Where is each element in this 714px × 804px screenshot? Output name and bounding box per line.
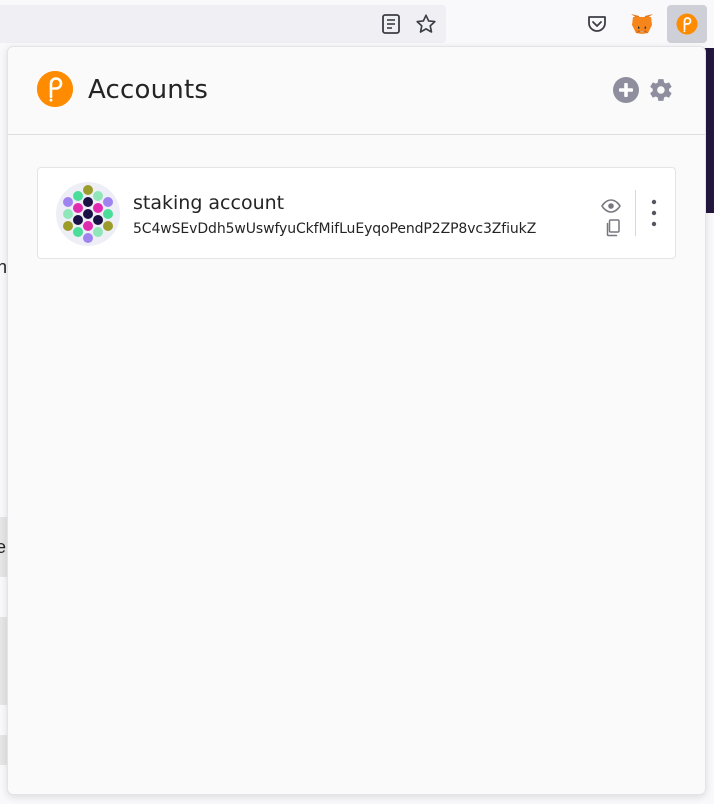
copy-address-button[interactable] bbox=[604, 219, 620, 237]
extension-popup: Accounts staking account 5C4wSEvDdh5wUsw… bbox=[7, 46, 706, 795]
polkadot-extension-icon bbox=[676, 13, 698, 35]
settings-gear-icon bbox=[650, 79, 672, 101]
account-identicon[interactable] bbox=[56, 182, 120, 246]
add-account-icon bbox=[613, 77, 639, 103]
settings-button[interactable] bbox=[647, 76, 675, 104]
page-title: Accounts bbox=[88, 75, 209, 105]
background-text-fragment: e bbox=[0, 537, 7, 557]
card-divider bbox=[635, 190, 636, 236]
reader-view-icon[interactable] bbox=[380, 13, 402, 35]
pocket-icon[interactable] bbox=[586, 13, 608, 35]
popup-header: Accounts bbox=[8, 47, 705, 135]
more-vertical-icon bbox=[651, 199, 657, 227]
show-address-button[interactable] bbox=[601, 197, 621, 215]
browser-toolbar bbox=[0, 0, 714, 48]
copy-icon bbox=[606, 219, 620, 237]
add-account-button[interactable] bbox=[612, 76, 640, 104]
bookmark-star-icon[interactable] bbox=[414, 12, 438, 36]
account-address: 5C4wSEvDdh5wUswfyuCkfMifLuEyqoPendP2ZP8v… bbox=[133, 221, 537, 237]
polkadot-logo-icon bbox=[37, 71, 73, 107]
polkadot-extension-button[interactable] bbox=[667, 5, 707, 43]
background-text-fragment: n bbox=[0, 257, 8, 277]
account-name: staking account bbox=[133, 192, 285, 214]
account-card[interactable]: staking account 5C4wSEvDdh5wUswfyuCkfMif… bbox=[37, 167, 676, 259]
account-menu-button[interactable] bbox=[646, 198, 662, 228]
eye-icon bbox=[601, 199, 621, 213]
metamask-fox-icon[interactable] bbox=[629, 11, 655, 37]
